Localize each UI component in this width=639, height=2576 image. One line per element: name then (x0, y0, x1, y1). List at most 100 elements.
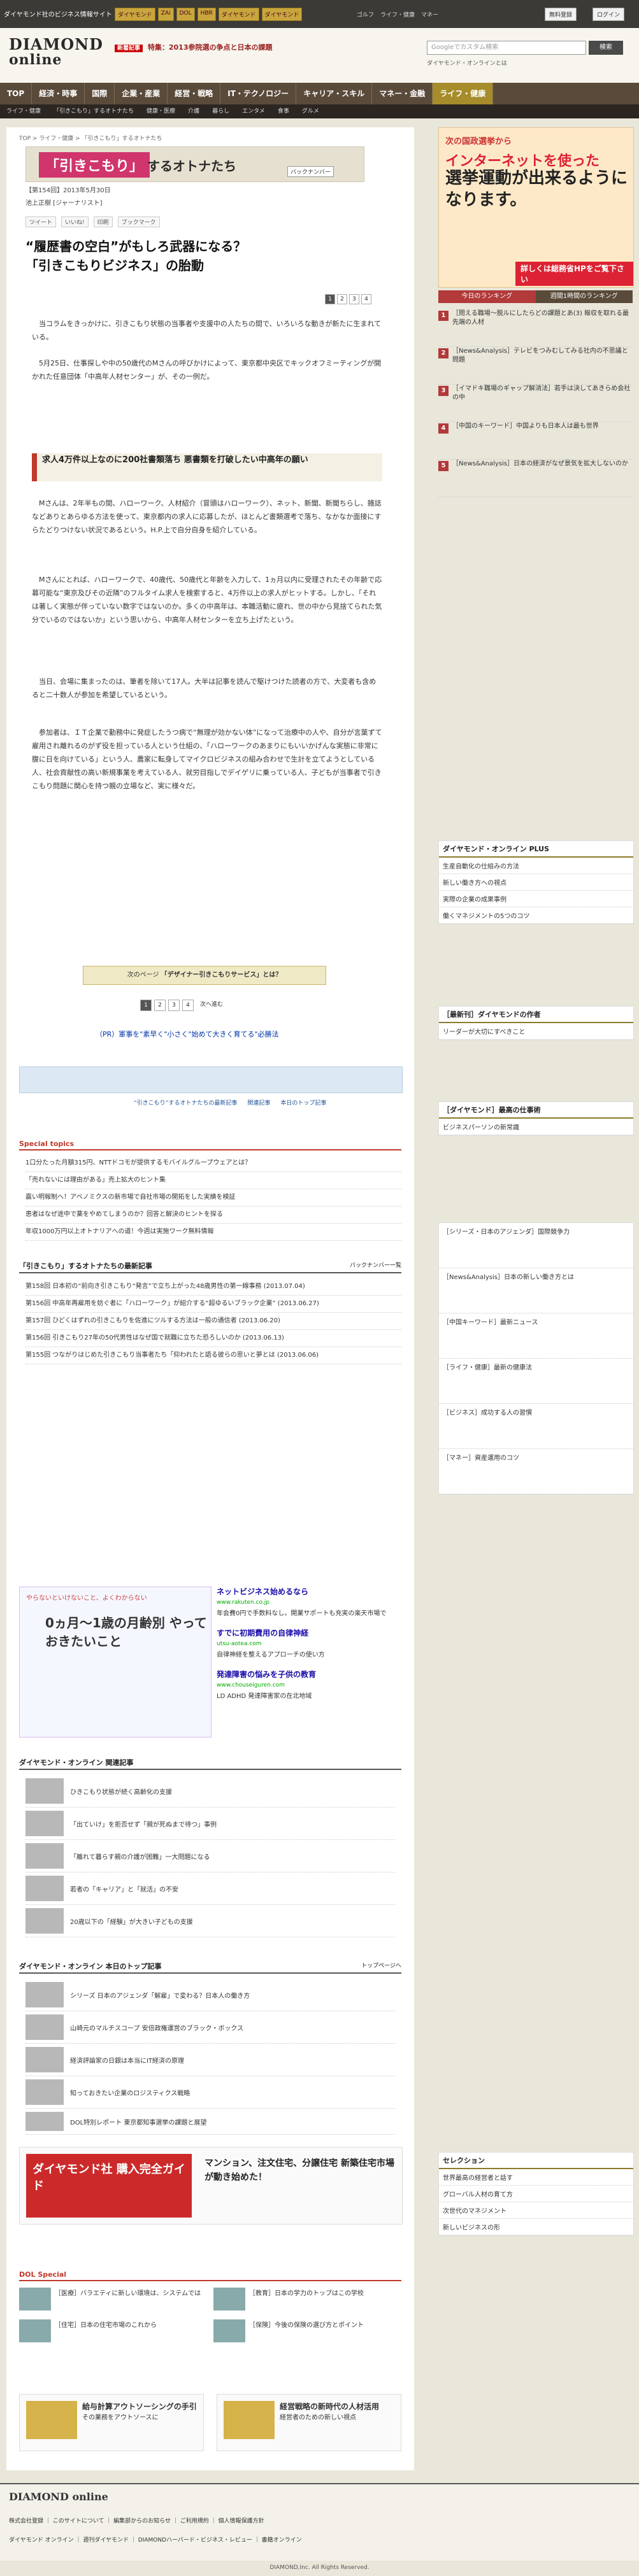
backnum-item[interactable]: 第156回 中高年再雇用を妨ぐ者に「ハローワーク」が紹介する“超ゆるいブラック企… (25, 1296, 401, 1313)
side-rank-item[interactable]: ［ビジネス］成功する人の習慣 (439, 1404, 633, 1449)
tweet-button[interactable]: ツイート (25, 216, 57, 227)
related-item[interactable]: ひきこもり状態が続く高齢化の支援 (25, 1775, 395, 1808)
selection-item[interactable]: グローバル人材の育て方 (439, 2186, 633, 2202)
special-item[interactable]: 1口分たった月額315円、NTTドコモが提供するモバイルグループウェアとは？ (25, 1155, 401, 1172)
footer-links-1[interactable]: 株式会社登録 ｜ このサイトについて ｜ 編集部からのお知らせ ｜ ご利用規約 … (9, 2516, 264, 2524)
subnav-item[interactable]: エンタメ (236, 104, 271, 118)
top-link[interactable]: ライフ・健康 (380, 10, 415, 18)
ranking-item[interactable]: 2 ［News&Analysis］テレビをつみむしてみる社内の不思議と問題 (438, 347, 633, 385)
selection-item[interactable]: 世界最高の経営者と話す (439, 2169, 633, 2186)
ad-band[interactable] (19, 1066, 403, 1093)
dol-plus-item[interactable]: 実際の企業の成果事例 (439, 891, 633, 907)
top-nav-item[interactable]: ダイヤモンド (115, 8, 155, 21)
subnav-item[interactable]: 食事 (271, 104, 296, 118)
side-rank-item[interactable]: ［マネー］資産運用のコツ (439, 1449, 633, 1494)
top-item[interactable]: シリーズ 日本のアジェンダ「解雇」で変わる？日本人の働き方 (25, 1979, 395, 2011)
backnum-item[interactable]: 第156回 引きこもり27年の50代男性はなぜ国で就職に立ちた恐ろしいのか (2… (25, 1330, 401, 1347)
breadcrumb[interactable]: TOP > ライフ・健康 > 「引きこもり」するオトナたち (19, 134, 162, 142)
related-item[interactable]: 「離れて暮らす親の介護が困難」一大問題になる (25, 1840, 395, 1872)
special-item[interactable]: 患者はなぜ途中で薬をやめてしまうのか？回答と解決のヒントを探る (25, 1207, 401, 1224)
next-link[interactable]: 次へ進む (196, 1000, 227, 1010)
top-more[interactable]: トップページへ (361, 1961, 401, 1969)
dol-item[interactable]: ［教育］日本の学力のトップはこの学校 (213, 2288, 401, 2313)
top-item[interactable]: DOL特別レポート 東京都知事選挙の課題と展望 (25, 2109, 395, 2135)
election-ad[interactable]: 次の国政選挙から インターネットを使った 選挙運動が出来るようになります。 詳し… (438, 127, 634, 288)
side-rank-item[interactable]: ［News&Analysis］日本の新しい働き方とは (439, 1268, 633, 1313)
article-author[interactable]: 池上正樹 [ジャーナリスト] (25, 197, 111, 210)
text-ad[interactable]: 発達障害の悩みを子供の教育 www.chouseiguren.com LD AD… (217, 1669, 401, 1702)
footer-logo[interactable]: DIAMOND online (9, 2491, 108, 2503)
side-rank-item[interactable]: ［中国キーワード］最新ニュース (439, 1313, 633, 1359)
top-nav-item[interactable]: HBR (197, 8, 216, 21)
subnav-item[interactable]: 暮らし (206, 104, 236, 118)
book-box[interactable]: ［最新刊］ダイヤモンドの作者 リーダーが大切にすべきこと (438, 1006, 634, 1040)
nav-it[interactable]: IT・テクノロジー (220, 83, 297, 104)
promo-box[interactable]: 経営戦略の新時代の人材活用 経営者のための新しい視点 (217, 2394, 401, 2451)
nav-top[interactable]: TOP (0, 83, 32, 104)
next-page-link[interactable]: 次のページ 「デザイナー引きこもりサービス」とは？ (83, 966, 326, 985)
related-item[interactable]: 「出ていけ」を拒否せず「親が死ぬまで待つ」事例 (25, 1808, 395, 1840)
page-link[interactable]: 3 (349, 294, 359, 304)
backnum-item[interactable]: 第157回 ひどくはずれの引きこもりを佐進にツルする方法は一般の通信者 (201… (25, 1313, 401, 1330)
subnav-item[interactable]: ライフ・健康 (0, 104, 47, 118)
ranking-item[interactable]: 3 ［イマドキ職場のギャップ解消法］若手は決してあきらめ会社の中 (438, 385, 633, 422)
page-link[interactable]: 3 (168, 1000, 180, 1011)
related-item[interactable]: 若者の「キャリア」と「就活」の不安 (25, 1872, 395, 1905)
search-input[interactable]: Googleでカスタム検索 (427, 41, 586, 55)
ad-baby[interactable]: やらないといけないこと、よくわからない 0ヵ月～1歳の月齢別 やっておきたいこと (19, 1587, 212, 1737)
nav-money[interactable]: マネー・金融 (372, 83, 433, 104)
backnum-more[interactable]: バックナンバー一覧 (350, 1261, 401, 1269)
top-nav-item[interactable]: DOL (176, 8, 195, 21)
top-nav-item[interactable]: ZAi (157, 8, 174, 21)
login-button[interactable]: ログイン (592, 8, 625, 21)
tag-link[interactable]: “引きこもり”するオトナたちの最新記事 (134, 1098, 237, 1107)
text-ad[interactable]: ネットビジネス始めるなら www.rakuten.co.jp 年会費0円で手数料… (217, 1587, 401, 1619)
page-link[interactable]: 1 (140, 1000, 152, 1011)
bookmark-button[interactable]: ブックマーク (117, 216, 160, 227)
tab-today[interactable]: 今日のランキング (438, 290, 536, 303)
selection-item[interactable]: 次世代のマネジメント (439, 2202, 633, 2219)
dol-plus-item[interactable]: 働くマネジメントの5つのコツ (439, 907, 633, 924)
related-item[interactable]: 20歳以下の「経験」が大きい子どもの支援 (25, 1905, 395, 1937)
promo-banner[interactable]: 新着記事 特集：2013参院選の争点と日本の課題 (115, 42, 272, 52)
subnav-item[interactable]: 介護 (182, 104, 206, 118)
top-link[interactable]: マネー (421, 10, 438, 18)
book-box-2[interactable]: ［ダイヤモンド］最高の仕事術 ビジネスパーソンの新常識 (438, 1101, 634, 1136)
subnav-item[interactable]: グルメ (296, 104, 326, 118)
special-item[interactable]: 年収1000万円以上オトナリアへの道！今週は実施ワーク無料情報 (25, 1224, 401, 1241)
pr-link[interactable]: （PR）軍事を"素早く"小さく"始めて大きく育てる"必勝法 (96, 1029, 279, 1039)
dol-plus-item[interactable]: 新しい働き方への視点 (439, 874, 633, 891)
page-link[interactable]: 2 (337, 294, 347, 304)
nav-economy[interactable]: 経済・時事 (32, 83, 85, 104)
page-link[interactable]: 4 (182, 1000, 194, 1011)
top-link[interactable]: ゴルフ (357, 10, 374, 18)
nav-life[interactable]: ライフ・健康 (433, 83, 494, 104)
backnumber-button[interactable]: バックナンバー (287, 166, 334, 177)
nav-career[interactable]: キャリア・スキル (296, 83, 373, 104)
register-button[interactable]: 無料登録 (545, 8, 577, 21)
special-item[interactable]: 「売れないには理由がある」売上拡大のヒント集 (25, 1172, 401, 1189)
top-nav-item[interactable]: ダイヤモンド (261, 8, 303, 21)
dol-plus-item[interactable]: 生産自動化の仕組みの方法 (439, 858, 633, 874)
site-logo[interactable]: DIAMOND online (9, 37, 103, 68)
backnum-item[interactable]: 第155回 つながりはじめた引きこもり当事者たち「仰われたと語る彼らの思いと夢と… (25, 1347, 401, 1364)
nav-international[interactable]: 国際 (85, 83, 115, 104)
subnav-item[interactable]: 「引きこもり」するオトナたち (47, 104, 140, 118)
ranking-item[interactable]: 1 ［問える職場～脱ルにしたらどの課題とあ(3) 報収を取れる最先端の人材 (438, 309, 633, 347)
search-button[interactable]: 検索 (589, 41, 623, 55)
top-item[interactable]: 経済評論家の日銀は本当にIT経済の原理 (25, 2044, 395, 2076)
tag-link[interactable]: 本日のトップ記事 (280, 1098, 326, 1107)
dol-item[interactable]: ［医療］バラエティに新しい環境は、システムでは (19, 2288, 207, 2313)
about-link[interactable]: ダイヤモンド・オンラインとは (427, 59, 507, 67)
top-item[interactable]: 山崎元のマルチスコープ 安倍政権運営のブラック・ボックス (25, 2011, 395, 2044)
like-button[interactable]: いいね! (61, 216, 89, 227)
page-link[interactable]: 4 (361, 294, 371, 304)
top-item[interactable]: 知っておきたい企業のロジスティクス戦略 (25, 2076, 395, 2109)
ranking-item[interactable]: 5 ［News&Analysis］日本の経済がなぜ景気を拡大しないのか (438, 460, 633, 497)
side-rank-item[interactable]: ［ライフ・健康］最新の健康法 (439, 1359, 633, 1404)
housing-ad[interactable]: ダイヤモンド社 購入完全ガイド マンション、注文住宅、分譲住宅 新築住宅市場が動… (19, 2147, 403, 2225)
nav-business[interactable]: 企業・産業 (115, 83, 168, 104)
dol-item[interactable]: ［保険］今後の保険の選び方とポイント (213, 2319, 401, 2345)
print-button[interactable]: 印刷 (93, 216, 113, 227)
tab-weekly[interactable]: 週間1時間のランキング (535, 290, 633, 303)
